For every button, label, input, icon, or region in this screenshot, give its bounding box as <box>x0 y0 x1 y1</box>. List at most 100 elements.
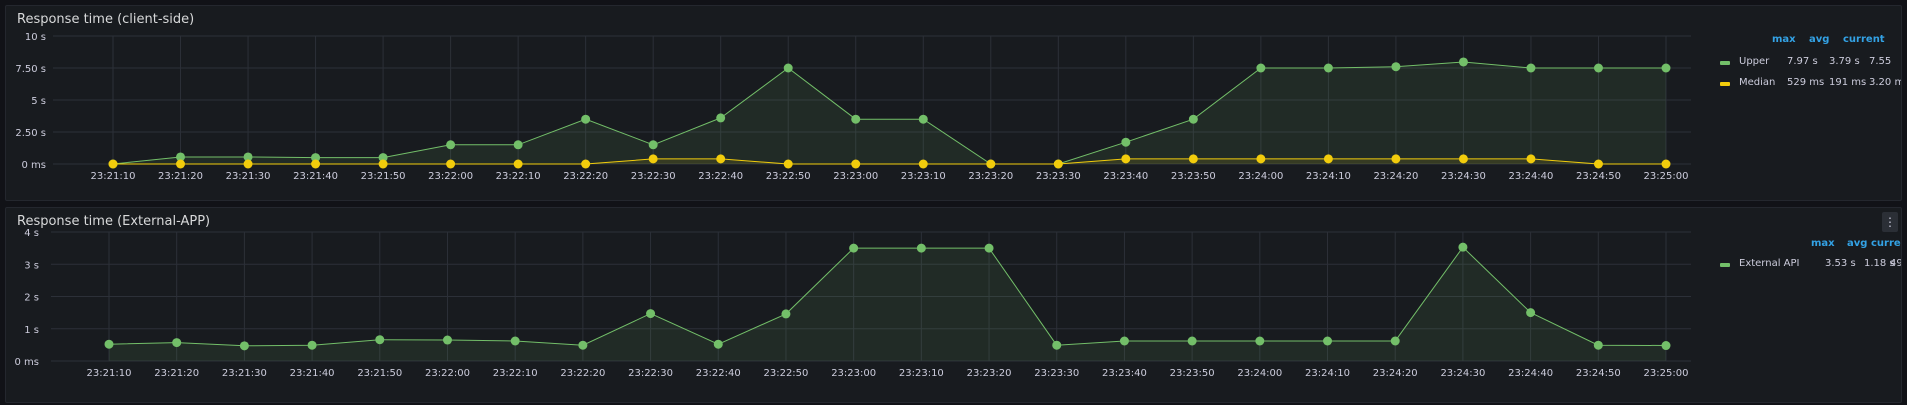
panel-client-side: Response time (client-side) 0 ms 2.50 s5 … <box>5 5 1902 201</box>
x-tick-label: 23:22:00 <box>425 368 470 379</box>
data-point <box>781 309 791 319</box>
data-point <box>1593 63 1603 73</box>
x-tick-label: 23:21:30 <box>222 368 267 379</box>
x-tick-label: 23:23:30 <box>1034 368 1079 379</box>
chart-area: 0 ms 2.50 s 5 s 7.50 s 10 s 23:21:10 23:21:20 2… <box>6 6 1901 200</box>
data-point <box>1458 154 1468 164</box>
legend-clip: max avg curren <box>1706 238 1901 258</box>
legend: External API 3.53 s 1.18 s 494 r <box>1706 258 1901 278</box>
data-point <box>716 154 726 164</box>
data-point <box>442 335 452 345</box>
legend-avg-value: 3.79 s <box>1829 56 1860 67</box>
y-tick-label: 3 s <box>24 260 39 271</box>
y-tick-label: 2 s <box>24 293 39 304</box>
x-tick-label: 23:22:20 <box>563 171 608 182</box>
legend-header-current[interactable]: curren <box>1871 238 1901 249</box>
data-point <box>581 159 591 169</box>
data-point <box>1188 154 1198 164</box>
data-point <box>1526 63 1536 73</box>
data-point <box>578 340 588 350</box>
data-point <box>378 159 388 169</box>
legend-row-upper[interactable]: Upper 7.97 s 3.79 s 7.55 <box>1720 56 1901 70</box>
x-tick-label: 23:23:00 <box>831 368 876 379</box>
x-tick-label: 23:21:50 <box>361 171 406 182</box>
legend-header-max[interactable]: max <box>1772 34 1796 45</box>
legend-max-value: 3.53 s <box>1825 258 1856 269</box>
x-tick-label: 23:24:20 <box>1373 368 1418 379</box>
x-tick-label: 23:23:20 <box>968 171 1013 182</box>
data-point <box>1661 341 1671 351</box>
legend-series-name: Median <box>1739 77 1776 88</box>
x-tick-label: 23:22:40 <box>696 368 741 379</box>
legend-avg-value: 191 ms <box>1829 77 1867 88</box>
x-tick-label: 23:24:40 <box>1508 368 1553 379</box>
y-tick-label: 10 s <box>25 32 46 43</box>
series-color-swatch <box>1720 82 1730 86</box>
data-point <box>783 159 793 169</box>
data-point <box>1661 159 1671 169</box>
data-point <box>510 336 520 346</box>
data-point <box>172 338 182 348</box>
data-point <box>239 341 249 351</box>
chart-area: 0 ms 1 s 2 s 3 s 4 s 23:21:10 23:21:20 23:21:30… <box>6 208 1901 402</box>
data-point <box>1458 242 1468 252</box>
x-tick-label: 23:23:50 <box>1170 368 1215 379</box>
data-point <box>1526 308 1536 318</box>
x-tick-label: 23:21:30 <box>226 171 271 182</box>
legend-current-value: 7.55 <box>1869 56 1892 67</box>
x-tick-label: 23:24:30 <box>1440 368 1485 379</box>
legend-row-median[interactable]: Median 529 ms 191 ms 3.20 m <box>1720 77 1901 91</box>
data-point <box>108 159 118 169</box>
data-point <box>1323 63 1333 73</box>
legend-header-avg[interactable]: avg <box>1847 238 1867 249</box>
x-tick-label: 23:23:10 <box>899 368 944 379</box>
y-tick-label: 2.50 s <box>15 128 46 139</box>
data-point <box>1593 159 1603 169</box>
data-point <box>986 159 996 169</box>
data-point <box>916 243 926 253</box>
x-tick-label: 23:21:10 <box>91 171 136 182</box>
x-tick-label: 23:24:40 <box>1508 171 1553 182</box>
x-tick-label: 23:21:10 <box>87 368 132 379</box>
x-tick-label: 23:22:10 <box>496 171 541 182</box>
data-point <box>176 159 186 169</box>
data-point <box>851 114 861 124</box>
data-point <box>1391 62 1401 72</box>
data-point <box>1119 336 1129 346</box>
data-point <box>311 159 321 169</box>
x-tick-label: 23:25:00 <box>1644 368 1689 379</box>
legend-max-value: 7.97 s <box>1787 56 1818 67</box>
x-tick-label: 23:24:30 <box>1441 171 1486 182</box>
data-point <box>648 140 658 150</box>
data-point <box>1323 154 1333 164</box>
x-tick-label: 23:22:50 <box>766 171 811 182</box>
data-point <box>581 114 591 124</box>
data-point <box>851 159 861 169</box>
x-tick-label: 23:23:20 <box>967 368 1012 379</box>
data-point <box>648 154 658 164</box>
data-point <box>104 339 114 349</box>
data-point <box>1053 159 1063 169</box>
y-tick-label: 0 ms <box>22 160 47 171</box>
x-tick-label: 23:23:50 <box>1171 171 1216 182</box>
client-side-chart: 0 ms 2.50 s 5 s 7.50 s 10 s 23:21:10 23:21:20 2… <box>15 32 1691 182</box>
data-point <box>713 339 723 349</box>
data-point <box>918 159 928 169</box>
x-tick-label: 23:21:20 <box>154 368 199 379</box>
data-point <box>513 140 523 150</box>
x-tick-label: 23:22:00 <box>428 171 473 182</box>
x-tick-label: 23:24:50 <box>1576 171 1621 182</box>
data-point <box>375 335 385 345</box>
x-tick-label: 23:21:40 <box>293 171 338 182</box>
legend-header-max[interactable]: max <box>1811 238 1835 249</box>
external-app-chart: 0 ms 1 s 2 s 3 s 4 s 23:21:10 23:21:20 23:21:30… <box>15 228 1691 379</box>
y-tick-label: 4 s <box>24 228 39 239</box>
x-tick-label: 23:23:40 <box>1102 368 1147 379</box>
data-point <box>1188 114 1198 124</box>
legend-header-current[interactable]: current <box>1843 34 1885 45</box>
x-tick-label: 23:22:10 <box>493 368 538 379</box>
data-point <box>849 243 859 253</box>
x-tick-label: 23:23:10 <box>901 171 946 182</box>
legend-header-avg[interactable]: avg <box>1809 34 1829 45</box>
legend-row-external-api[interactable]: External API 3.53 s 1.18 s 494 r <box>1720 258 1901 272</box>
